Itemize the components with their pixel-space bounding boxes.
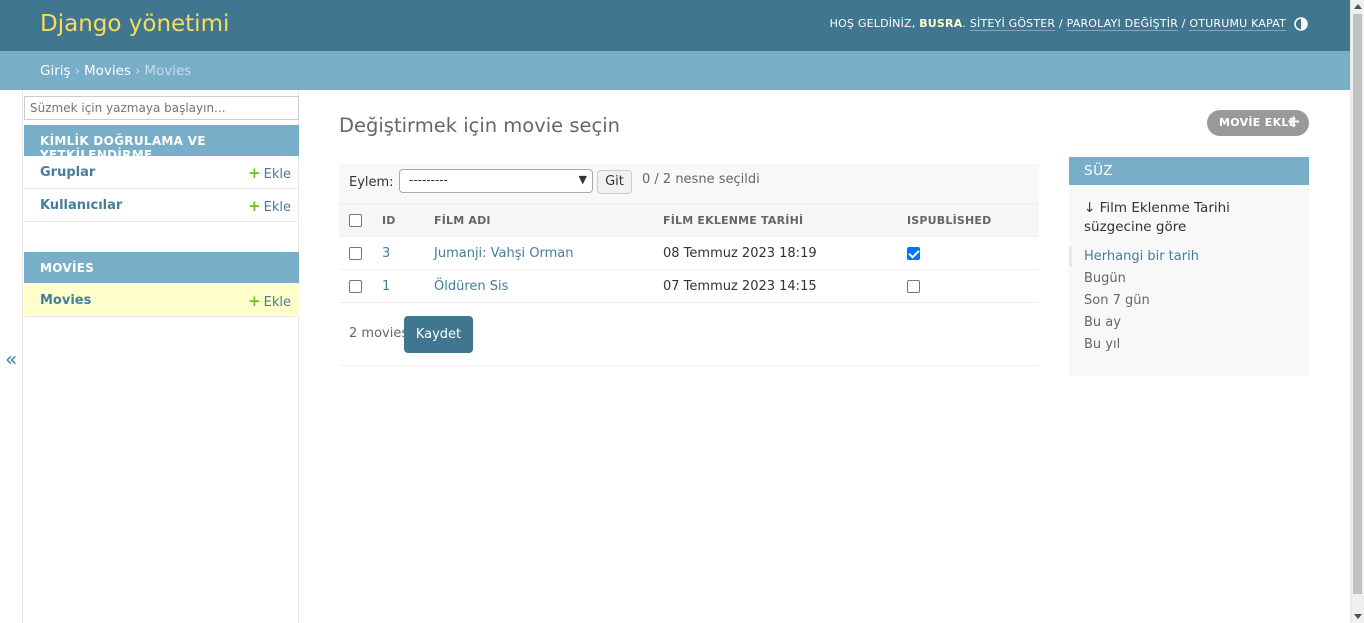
sidebar-item-users-link[interactable]: Kullanıcılar <box>40 198 122 213</box>
column-header-name[interactable]: FİLM ADI <box>424 203 653 237</box>
add-movies-link[interactable]: + Ekle <box>248 292 291 310</box>
filter-selected-marker <box>1069 247 1072 267</box>
action-select[interactable]: --------- ▼ <box>399 169 593 193</box>
welcome-text: HOŞ GELDİNİZ, <box>829 17 916 30</box>
view-site-link[interactable]: SİTEYİ GÖSTER <box>969 17 1056 31</box>
breadcrumb-current: Movies <box>144 63 192 79</box>
filter-title: SÜZ <box>1069 157 1309 185</box>
plus-icon: + <box>248 197 261 215</box>
column-header-date[interactable]: FİLM EKLENME TARİHİ <box>653 203 897 237</box>
save-button[interactable]: Kaydet <box>404 316 473 353</box>
sidebar-item-groups-link[interactable]: Gruplar <box>40 165 95 180</box>
row-name-link[interactable]: Öldüren Sis <box>434 279 508 294</box>
table-row: 1 Öldüren Sis 07 Temmuz 2023 14:15 <box>339 269 1039 303</box>
row-id-link[interactable]: 1 <box>382 279 390 294</box>
plus-icon: + <box>248 292 261 310</box>
row-select-checkbox[interactable] <box>349 279 362 293</box>
chevron-down-icon: ▼ <box>578 173 587 186</box>
action-counter: 0 / 2 nesne seçildi <box>642 172 760 187</box>
sidebar-item-groups: Gruplar + Ekle <box>24 156 299 189</box>
module-caption-movies[interactable]: MOVİES <box>24 252 299 283</box>
row-name-link[interactable]: Jumanji: Vahşi Orman <box>434 246 574 261</box>
filter-heading[interactable]: ↓ Film Eklenme Tarihi süzgecine göre <box>1084 199 1294 237</box>
table-row: 3 Jumanji: Vahşi Orman 08 Temmuz 2023 18… <box>339 236 1039 270</box>
plus-icon: + <box>1286 112 1301 132</box>
filter-option-this-month[interactable]: Bu ay <box>1084 315 1121 330</box>
vertical-scrollbar[interactable] <box>1350 0 1364 623</box>
go-button[interactable]: Git <box>597 170 632 194</box>
row-date: 07 Temmuz 2023 14:15 <box>653 269 897 303</box>
published-checkbox[interactable] <box>907 246 920 260</box>
header: Django yönetimi HOŞ GELDİNİZ, BUSRA. SİT… <box>0 0 1350 51</box>
sidebar-item-users: Kullanıcılar + Ekle <box>24 189 299 222</box>
page-title: Değiştirmek için movie seçin <box>339 114 621 137</box>
username: BUSRA <box>919 17 963 30</box>
row-id-link[interactable]: 3 <box>382 246 390 261</box>
sidebar-item-movies-link[interactable]: Movies <box>40 293 91 308</box>
row-select-checkbox[interactable] <box>349 246 362 260</box>
scrollbar-thumb[interactable] <box>1353 14 1362 594</box>
logout-link[interactable]: OTURUMU KAPAT <box>1189 17 1286 31</box>
action-label: Eylem: <box>349 175 394 190</box>
nav-sidebar: KİMLİK DOĞRULAMA VE YETKİLENDİRME Grupla… <box>22 90 299 623</box>
toggle-sidebar-button[interactable]: « <box>5 347 17 371</box>
add-users-link[interactable]: + Ekle <box>248 197 291 215</box>
changelist-filter: SÜZ ↓ Film Eklenme Tarihi süzgecine göre… <box>1069 157 1309 376</box>
add-movie-button[interactable]: MOVİE EKLE + <box>1207 110 1309 136</box>
breadcrumb: Giriş › Movies › Movies <box>0 51 1350 90</box>
nav-filter-input[interactable] <box>24 96 299 120</box>
result-count: 2 movies <box>349 326 409 341</box>
table-header-row: ID FİLM ADI FİLM EKLENME TARİHİ ISPUBLİS… <box>339 203 1039 237</box>
user-tools: HOŞ GELDİNİZ, BUSRA. SİTEYİ GÖSTER / PAR… <box>829 17 1286 31</box>
actions-bar: Eylem: --------- ▼ Git 0 / 2 nesne seçil… <box>339 164 1039 203</box>
scroll-up-arrow-icon[interactable] <box>1354 4 1362 9</box>
site-branding[interactable]: Django yönetimi <box>40 11 229 37</box>
row-date: 08 Temmuz 2023 18:19 <box>653 236 897 270</box>
breadcrumb-home[interactable]: Giriş <box>40 63 71 79</box>
paginator: 2 movies Kaydet <box>339 302 1039 366</box>
module-caption-auth[interactable]: KİMLİK DOĞRULAMA VE YETKİLENDİRME <box>24 125 299 162</box>
select-all-checkbox[interactable] <box>349 213 362 227</box>
result-table: ID FİLM ADI FİLM EKLENME TARİHİ ISPUBLİS… <box>339 203 1039 303</box>
plus-icon: + <box>248 164 261 182</box>
published-checkbox[interactable] <box>907 279 920 293</box>
theme-toggle-icon[interactable] <box>1294 17 1308 35</box>
change-password-link[interactable]: PAROLAYI DEĞİŞTİR <box>1066 17 1179 31</box>
column-header-id[interactable]: ID <box>372 203 424 237</box>
filter-option-any-date[interactable]: Herhangi bir tarih <box>1084 249 1199 264</box>
scroll-down-arrow-icon[interactable] <box>1354 614 1362 619</box>
filter-option-today[interactable]: Bugün <box>1084 271 1126 286</box>
add-groups-link[interactable]: + Ekle <box>248 164 291 182</box>
breadcrumb-app[interactable]: Movies <box>84 63 131 79</box>
filter-option-last-7-days[interactable]: Son 7 gün <box>1084 293 1150 308</box>
sidebar-item-movies: Movies + Ekle <box>24 284 299 317</box>
filter-option-this-year[interactable]: Bu yıl <box>1084 337 1120 352</box>
column-header-published[interactable]: ISPUBLİSHED <box>897 203 1039 237</box>
